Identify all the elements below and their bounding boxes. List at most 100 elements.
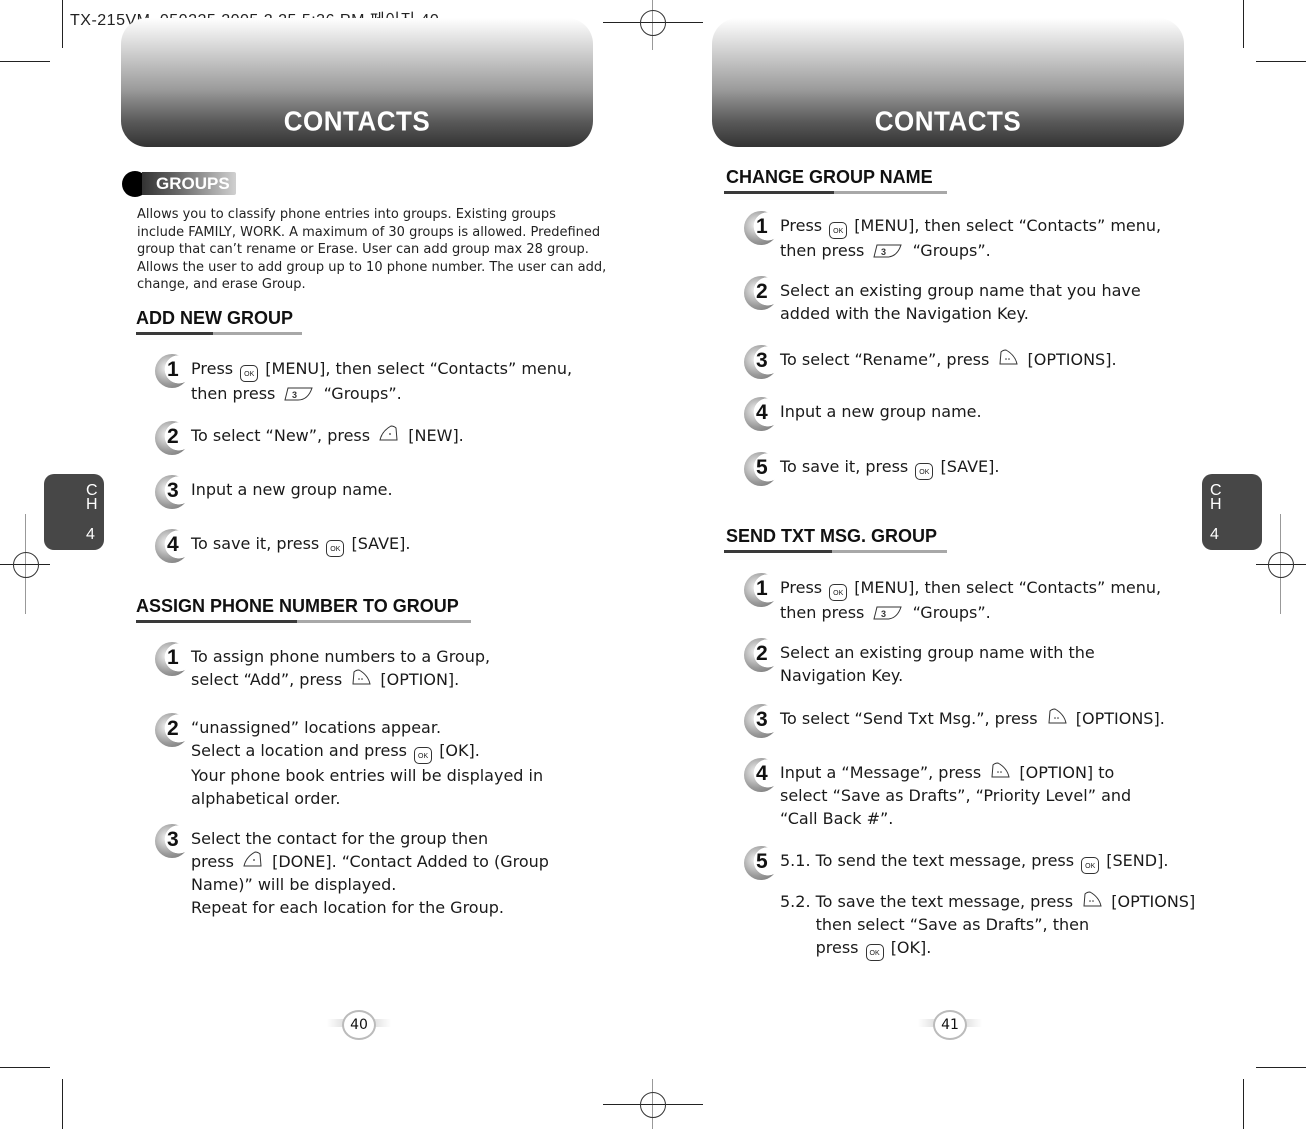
step-line: then select “Save as Drafts”, then (780, 913, 1195, 936)
step-line: Select the contact for the group then (191, 827, 549, 850)
step-line: then press 3 “Groups”. (780, 601, 1161, 624)
banner-title: CONTACTS (874, 105, 1022, 137)
step-text: 5.1. To send the text message, press OK … (780, 849, 1195, 961)
step-number-badge: 1 (744, 211, 778, 245)
step-line-text: To assign phone numbers to a Group, (191, 647, 491, 666)
ok-key-icon: OK (240, 365, 259, 382)
step-text: Select an existing group name that you h… (780, 279, 1141, 325)
step-number: 1 (756, 577, 768, 600)
step-number: 2 (756, 642, 768, 665)
step-number-badge: 1 (155, 642, 189, 676)
step-line (780, 874, 1195, 890)
step-line-text: Select an existing group name with the (780, 643, 1095, 662)
step-line-text: Repeat for each location for the Group. (191, 898, 504, 917)
section-title-assign-phone-number: ASSIGN PHONE NUMBER TO GROUP (136, 596, 459, 616)
step-line: To select “Send Txt Msg.”, press [OPTION… (780, 707, 1165, 730)
step-line-text: Select an existing group name that you h… (780, 281, 1141, 300)
groups-intro-text: Allows you to classify phone entries int… (137, 207, 607, 292)
step-line-text: Input a “Message”, press (780, 763, 982, 782)
step-line-text-after-key: [MENU], then select “Contacts” menu, (854, 216, 1162, 235)
step-number: 1 (167, 646, 179, 669)
left-page-banner: CONTACTS (121, 18, 593, 147)
step-line: Select an existing group name with the (780, 641, 1095, 664)
step-text: To save it, press OK [SAVE]. (780, 455, 999, 480)
step-line-text: To save it, press (780, 457, 909, 476)
registration-target-icon (13, 552, 39, 578)
step-text: Press OK [MENU], then select “Contacts” … (191, 357, 572, 405)
step-line-text: select “Save as Drafts”, “Priority Level… (780, 786, 1132, 805)
ok-key-icon: OK (1081, 857, 1100, 874)
step-number-badge: 3 (155, 475, 189, 509)
step-line-text: “Call Back #”. (780, 809, 894, 828)
ok-key-icon: OK (829, 222, 848, 239)
step-line-text: alphabetical order. (191, 789, 341, 808)
step-line-text-after-key: [OPTIONS]. (1075, 709, 1165, 728)
step-line-text: “unassigned” locations appear. (191, 718, 442, 737)
page-number-left: 40 (342, 1010, 376, 1040)
left-soft-key-icon (379, 425, 399, 443)
section-title-add-new-group: ADD NEW GROUP (136, 308, 293, 328)
ok-key-icon: OK (326, 540, 345, 557)
step-line-text-after-key: [MENU], then select “Contacts” menu, (854, 578, 1162, 597)
step-text: Input a new group name. (191, 478, 393, 501)
step-line-text: then select “Save as Drafts”, then (780, 915, 1090, 934)
step-line-text-after-key: [NEW]. (408, 426, 464, 445)
number-3-key-icon: 3 (873, 241, 903, 258)
registration-target-icon (1268, 552, 1294, 578)
step-line-text-after-key: [OPTIONS]. (1027, 350, 1117, 369)
step-line: then press 3 “Groups”. (780, 239, 1161, 262)
step-line: “Call Back #”. (780, 807, 1131, 830)
step-line: then press 3 “Groups”. (191, 382, 572, 405)
section-title-send-txt-msg-group: SEND TXT MSG. GROUP (726, 526, 938, 546)
step-line-text-after-key: [OPTION] to (1019, 763, 1115, 782)
number-3-key-icon: 3 (284, 384, 314, 401)
step-number-badge: 2 (744, 638, 778, 672)
step-line-text: To select “Send Txt Msg.”, press (780, 709, 1038, 728)
step-line-text: press (780, 938, 859, 957)
step-line-text: Select a location and press (191, 741, 407, 760)
step-line: select “Save as Drafts”, “Priority Level… (780, 784, 1131, 807)
step-line-text-after-key: “Groups”. (323, 384, 402, 403)
step-line: Select a location and press OK [OK]. (191, 739, 543, 764)
chapter-tab-h: H (86, 496, 98, 513)
ok-key-icon: OK (865, 944, 884, 961)
step-line-text-after-key: [SAVE]. (940, 457, 1000, 476)
ok-key-icon: OK (414, 747, 433, 764)
step-line: To save it, press OK [SAVE]. (780, 455, 999, 480)
step-text: To save it, press OK [SAVE]. (191, 532, 410, 557)
step-line-text-after-key: [OPTION]. (380, 670, 460, 689)
step-number-badge: 4 (744, 758, 778, 792)
step-number: 3 (167, 828, 179, 851)
section-rule (136, 620, 471, 623)
step-number-badge: 2 (744, 276, 778, 310)
step-line-text: press (191, 852, 234, 871)
step-line: Press OK [MENU], then select “Contacts” … (780, 576, 1161, 601)
step-line-text: To select “New”, press (191, 426, 371, 445)
step-text: Press OK [MENU], then select “Contacts” … (780, 214, 1161, 262)
chapter-tab-h: H (1210, 496, 1222, 513)
registration-target-icon (640, 10, 666, 36)
step-line: Input a “Message”, press [OPTION] to (780, 761, 1131, 784)
step-text: Input a new group name. (780, 400, 982, 423)
step-number-badge: 4 (155, 529, 189, 563)
step-line: select “Add”, press [OPTION]. (191, 668, 490, 691)
step-line: Input a new group name. (191, 478, 393, 501)
step-number: 3 (167, 479, 179, 502)
step-number: 4 (167, 533, 179, 556)
right-soft-key-icon (351, 669, 371, 687)
step-number: 3 (756, 349, 768, 372)
step-text: “unassigned” locations appear. Select a l… (191, 716, 543, 810)
step-line-text-after-key: [SAVE]. (351, 534, 411, 553)
step-line-text-after-key: “Groups”. (912, 603, 991, 622)
step-line: Your phone book entries will be displaye… (191, 764, 543, 787)
step-line-text: then press (191, 384, 276, 403)
step-line: alphabetical order. (191, 787, 543, 810)
chapter-number: 4 (86, 526, 95, 543)
step-line: Press OK [MENU], then select “Contacts” … (780, 214, 1161, 239)
step-line-text-after-key: “Groups”. (912, 241, 991, 260)
registration-target-icon (640, 1092, 666, 1118)
step-number-badge: 3 (744, 704, 778, 738)
step-line: press OK [OK]. (780, 936, 1195, 961)
step-text: To assign phone numbers to a Group, selec… (191, 645, 490, 691)
step-line-text-after-key: [OK]. (890, 938, 932, 957)
